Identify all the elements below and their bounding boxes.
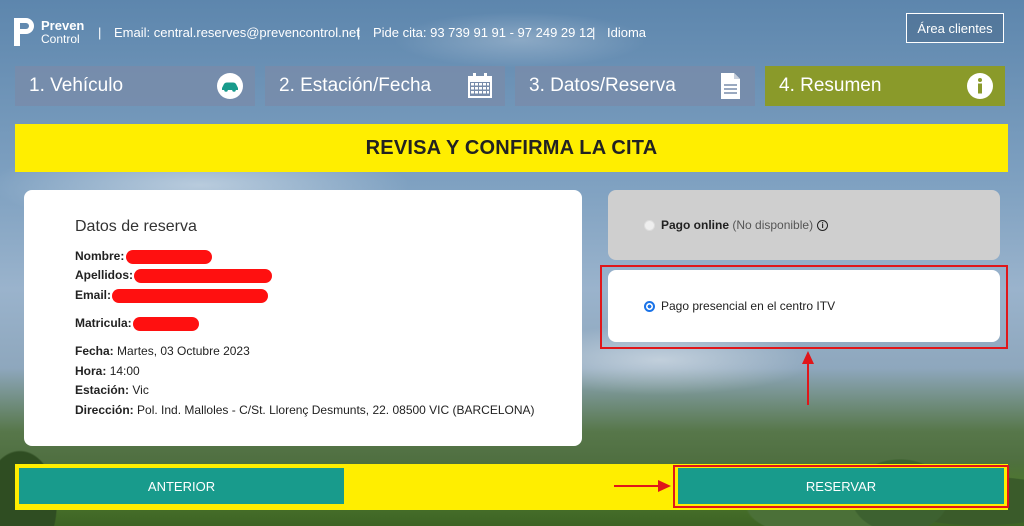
arrow-up-annotation	[802, 351, 814, 405]
annotation-arrows	[614, 351, 814, 492]
arrow-right-annotation	[614, 480, 671, 492]
